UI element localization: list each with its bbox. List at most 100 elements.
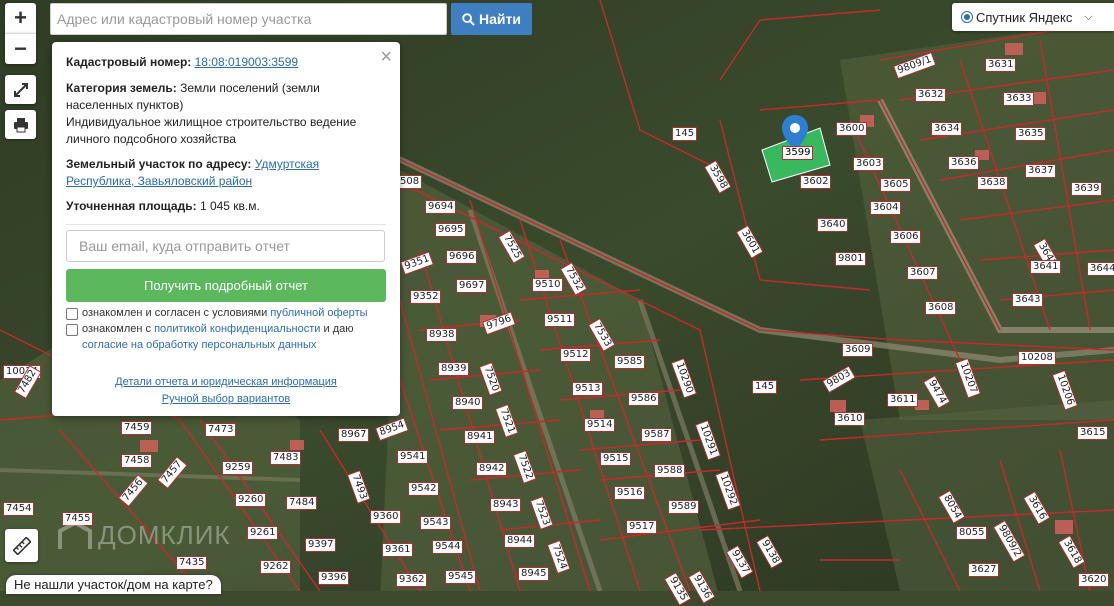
parcel-number-label[interactable]: 3637 bbox=[1025, 164, 1057, 178]
parcel-number-label[interactable]: 3627 bbox=[968, 563, 1000, 577]
privacy-policy-link[interactable]: политикой конфиденциальности bbox=[154, 323, 320, 335]
parcel-number-label[interactable]: 8944 bbox=[504, 534, 536, 548]
ruler-button[interactable] bbox=[5, 529, 38, 562]
parcel-number-label[interactable]: 9516 bbox=[614, 486, 646, 500]
parcel-number-label[interactable]: 8938 bbox=[426, 328, 458, 342]
parcel-number-label[interactable]: 7454 bbox=[3, 502, 35, 516]
cadastral-number-link[interactable]: 18:08:019003:3599 bbox=[195, 55, 298, 69]
parcel-number-label[interactable]: 9262 bbox=[260, 560, 292, 574]
layer-switcher[interactable]: Спутник Яндекс ⌵ bbox=[952, 3, 1114, 31]
parcel-number-label[interactable]: 9360 bbox=[370, 510, 402, 524]
parcel-number-label[interactable]: 3605 bbox=[880, 178, 912, 192]
parcel-number-label[interactable]: 3602 bbox=[800, 175, 832, 189]
parcel-number-label[interactable]: 9801 bbox=[835, 252, 867, 266]
parcel-number-label[interactable]: 7473 bbox=[205, 423, 237, 437]
parcel-number-label[interactable]: 9697 bbox=[456, 279, 488, 293]
parcel-number-label[interactable]: 3634 bbox=[931, 122, 963, 136]
parcel-number-label[interactable]: 9514 bbox=[584, 418, 616, 432]
report-details-link[interactable]: Детали отчета и юридическая информация bbox=[115, 376, 337, 388]
parcel-number-label[interactable]: 9361 bbox=[382, 543, 414, 557]
privacy-checkbox[interactable] bbox=[66, 324, 78, 336]
parcel-number-label[interactable]: 9511 bbox=[544, 313, 576, 327]
parcel-number-label[interactable]: 9362 bbox=[396, 573, 428, 587]
parcel-number-label[interactable]: 9586 bbox=[628, 392, 660, 406]
parcel-number-label[interactable]: 7483 bbox=[270, 451, 302, 465]
parcel-number-label[interactable]: 8940 bbox=[452, 396, 484, 410]
parcel-number-label[interactable]: 9544 bbox=[432, 540, 464, 554]
parcel-number-label[interactable]: 9694 bbox=[425, 200, 457, 214]
parcel-number-label[interactable]: 9587 bbox=[641, 428, 673, 442]
parcel-number-label[interactable]: 3640 bbox=[817, 218, 849, 232]
parcel-number-label[interactable]: 7435 bbox=[176, 556, 208, 570]
parcel-number-label[interactable]: 9515 bbox=[600, 452, 632, 466]
fullscreen-button[interactable] bbox=[5, 75, 36, 104]
parcel-number-label[interactable]: 3633 bbox=[1003, 92, 1035, 106]
parcel-number-label[interactable]: 3606 bbox=[890, 230, 922, 244]
parcel-number-label[interactable]: 3620 bbox=[1078, 573, 1110, 587]
parcel-number-label[interactable]: 3609 bbox=[842, 343, 874, 357]
parcel-number-label[interactable]: 3607 bbox=[907, 266, 939, 280]
search-input[interactable] bbox=[50, 3, 447, 35]
location-marker[interactable]: 3599 bbox=[780, 113, 814, 165]
parcel-number-label[interactable]: 8945 bbox=[518, 567, 550, 581]
parcel-number-label[interactable]: 3603 bbox=[853, 157, 885, 171]
parcel-number-label[interactable]: 9512 bbox=[560, 348, 592, 362]
parcel-number-label[interactable]: 9396 bbox=[318, 571, 350, 585]
parcel-number-label[interactable]: 9588 bbox=[654, 464, 686, 478]
parcel-number-label[interactable]: 3641 bbox=[1030, 260, 1062, 274]
parcel-number-label[interactable]: 9545 bbox=[445, 570, 477, 584]
parcel-number-label[interactable]: 9541 bbox=[397, 450, 429, 464]
parcel-number-label[interactable]: 10208 bbox=[1018, 351, 1056, 365]
zoom-out-button[interactable]: − bbox=[5, 33, 36, 64]
parcel-number-label[interactable]: 8055 bbox=[956, 526, 988, 540]
data-consent-link[interactable]: согласие на обработку персональных данны… bbox=[82, 339, 316, 351]
parcel-number-label[interactable]: 508 bbox=[397, 175, 423, 189]
search-button[interactable]: Найти bbox=[451, 3, 532, 35]
parcel-number-label[interactable]: 9510 bbox=[532, 278, 564, 292]
parcel-number-label[interactable]: 9517 bbox=[626, 520, 658, 534]
parcel-number-label[interactable]: 9352 bbox=[410, 290, 442, 304]
parcel-number-label[interactable]: 9542 bbox=[408, 482, 440, 496]
parcel-number-label[interactable]: 145 bbox=[672, 127, 698, 141]
get-report-button[interactable]: Получить подробный отчет bbox=[66, 269, 386, 302]
parcel-number-label[interactable]: 7459 bbox=[121, 421, 153, 435]
parcel-number-label[interactable]: 9261 bbox=[247, 526, 279, 540]
parcel-number-label[interactable]: 8939 bbox=[438, 362, 470, 376]
parcel-number-label[interactable]: 3608 bbox=[925, 301, 957, 315]
print-button[interactable] bbox=[5, 110, 36, 139]
parcel-number-label[interactable]: 3632 bbox=[915, 88, 947, 102]
parcel-number-label[interactable]: 8941 bbox=[464, 430, 496, 444]
parcel-number-label[interactable]: 9513 bbox=[572, 382, 604, 396]
parcel-number-label[interactable]: 9585 bbox=[614, 355, 646, 369]
parcel-number-label[interactable]: 3631 bbox=[985, 58, 1017, 72]
parcel-number-label[interactable]: 8967 bbox=[338, 428, 370, 442]
parcel-number-label[interactable]: 3604 bbox=[870, 201, 902, 215]
parcel-number-label[interactable]: 3636 bbox=[948, 156, 980, 170]
parcel-number-label[interactable]: 9543 bbox=[420, 516, 452, 530]
parcel-number-label[interactable]: 3610 bbox=[834, 412, 866, 426]
parcel-number-label[interactable]: 9696 bbox=[446, 250, 478, 264]
parcel-number-label[interactable]: 7458 bbox=[121, 454, 153, 468]
parcel-number-label[interactable]: 3643 bbox=[1012, 293, 1044, 307]
parcel-number-label[interactable]: 8942 bbox=[476, 462, 508, 476]
parcel-number-label[interactable]: 145 bbox=[752, 380, 778, 394]
zoom-in-button[interactable]: + bbox=[5, 3, 36, 33]
parcel-number-label[interactable]: 3600 bbox=[836, 122, 868, 136]
offer-checkbox[interactable] bbox=[66, 308, 78, 320]
parcel-number-label[interactable]: 9589 bbox=[668, 500, 700, 514]
parcel-number-label[interactable]: 7484 bbox=[286, 496, 318, 510]
chevron-down-icon[interactable]: ⌵ bbox=[1084, 11, 1092, 24]
not-found-prompt[interactable]: Не нашли участок/дом на карте? bbox=[6, 575, 221, 594]
parcel-number-label[interactable]: 9397 bbox=[305, 538, 337, 552]
parcel-number-label[interactable]: 3639 bbox=[1071, 182, 1103, 196]
manual-selection-link[interactable]: Ручной выбор вариантов bbox=[162, 393, 290, 405]
offer-link[interactable]: публичной оферты bbox=[270, 307, 367, 319]
parcel-number-label[interactable]: 3615 bbox=[1077, 426, 1109, 440]
parcel-number-label[interactable]: 9259 bbox=[222, 461, 254, 475]
parcel-number-label[interactable]: 3611 bbox=[887, 393, 919, 407]
parcel-number-label[interactable]: 3644 bbox=[1087, 262, 1114, 276]
parcel-number-label[interactable]: 9695 bbox=[435, 223, 467, 237]
radio-icon[interactable] bbox=[961, 11, 973, 23]
parcel-number-label[interactable]: 3635 bbox=[1015, 127, 1047, 141]
parcel-number-label[interactable]: 9260 bbox=[235, 493, 267, 507]
